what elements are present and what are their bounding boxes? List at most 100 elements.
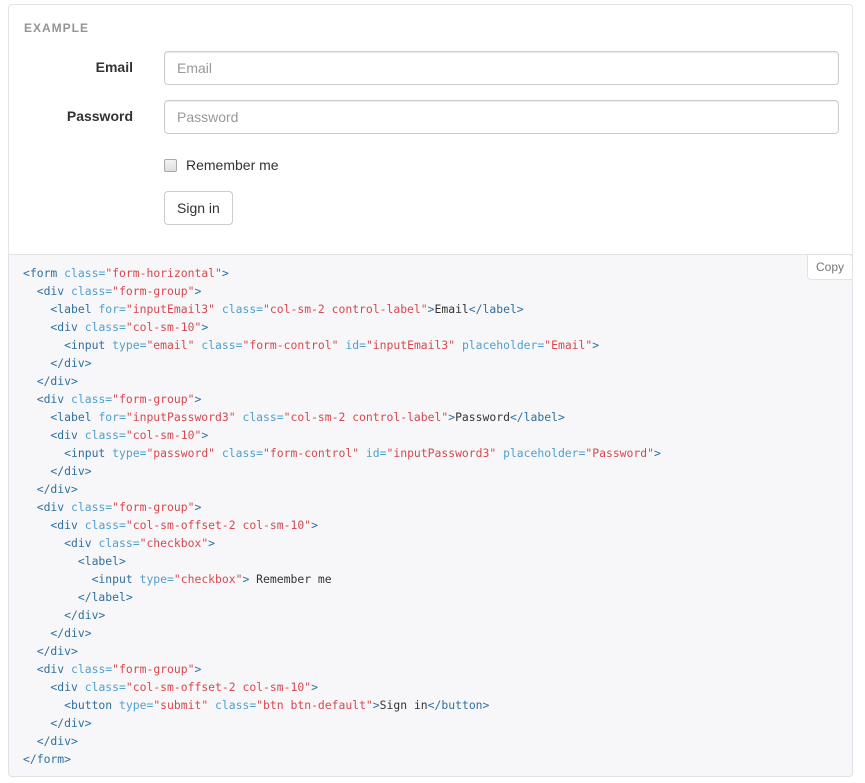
code-token-tag: >	[194, 284, 202, 298]
code-token-tag: </div>	[23, 482, 78, 496]
password-form-group: Password	[9, 100, 852, 134]
code-token-tag: <label	[23, 302, 99, 316]
code-token-val: "col-sm-10"	[125, 320, 202, 334]
code-line: </div>	[23, 374, 78, 388]
code-token-val: "form-group"	[112, 662, 195, 676]
code-token-tag: <div	[23, 392, 72, 406]
code-token-tag: </label>	[23, 590, 133, 604]
code-token-tag: </label>	[509, 410, 565, 424]
code-token-val: "btn btn-default"	[256, 698, 373, 712]
code-token-attr: type=	[112, 338, 147, 352]
code-line: <label for="inputEmail3" class="col-sm-2…	[23, 302, 523, 316]
code-line: <div class="form-group">	[23, 284, 202, 298]
sign-in-button[interactable]: Sign in	[164, 191, 233, 225]
code-line: </div>	[23, 734, 78, 748]
code-token-attr: type=	[139, 572, 174, 586]
code-token-val: "form-control"	[263, 446, 360, 460]
code-token-attr: class=	[84, 320, 126, 334]
code-line: <div class="col-sm-10">	[23, 428, 208, 442]
code-token-attr: class=	[235, 410, 284, 424]
code-token-val: "col-sm-10"	[125, 428, 202, 442]
remember-me-label[interactable]: Remember me	[186, 157, 279, 173]
code-token-tag: <input	[23, 446, 113, 460]
code-token-val: "form-group"	[112, 500, 195, 514]
code-token-val: "inputEmail3"	[125, 302, 216, 316]
code-token-attr: class=	[215, 446, 264, 460]
password-label: Password	[66, 108, 133, 124]
code-line: </div>	[23, 716, 91, 730]
code-listing: <form class="form-horizontal"> <div clas…	[23, 264, 661, 768]
code-line: </div>	[23, 464, 92, 478]
code-line: </div>	[23, 356, 91, 370]
code-token-tag: >	[208, 536, 216, 550]
code-token-attr: class=	[215, 302, 264, 316]
code-token-val: "form-horizontal"	[105, 266, 222, 280]
code-line: <div class="col-sm-10">	[23, 320, 208, 334]
code-token-val: "email"	[146, 338, 195, 352]
code-token-txt: Password	[455, 410, 510, 424]
code-line: <div class="form-group">	[23, 392, 202, 406]
code-line: </div>	[23, 482, 78, 496]
code-token-attr: class=	[208, 698, 257, 712]
code-token-attr: id=	[338, 338, 366, 352]
code-token-attr: placeholder=	[455, 338, 545, 352]
code-token-tag: >	[194, 500, 202, 514]
code-token-attr: class=	[84, 518, 126, 532]
code-token-val: "col-sm-2 control-label"	[283, 410, 449, 424]
code-line: </div>	[23, 626, 91, 640]
remember-me-checkbox-row[interactable]: Remember me	[164, 157, 279, 173]
code-token-txt: Remember me	[249, 572, 332, 586]
code-token-attr: class=	[194, 338, 243, 352]
code-token-val: "checkbox"	[139, 536, 209, 550]
code-token-attr: for=	[98, 410, 126, 424]
copy-button[interactable]: Copy	[806, 254, 853, 280]
remember-me-checkbox[interactable]	[164, 158, 177, 172]
code-token-attr: class=	[98, 536, 140, 550]
code-token-val: "inputPassword3"	[125, 410, 236, 424]
code-token-tag: >	[221, 266, 229, 280]
code-token-tag: >	[194, 662, 202, 676]
code-line: <input type="checkbox"> Remember me	[23, 572, 332, 586]
code-token-attr: placeholder=	[496, 446, 586, 460]
code-token-tag: >	[311, 680, 318, 694]
code-token-tag: <label	[23, 410, 99, 424]
password-input[interactable]	[164, 100, 839, 134]
code-token-tag: </button>	[427, 698, 490, 712]
code-token-attr: class=	[71, 392, 113, 406]
code-line: <div class="checkbox">	[23, 536, 215, 550]
code-line: </div>	[23, 644, 78, 658]
code-line: <form class="form-horizontal">	[23, 266, 229, 280]
code-token-val: "form-group"	[112, 284, 195, 298]
code-token-attr: class=	[71, 500, 113, 514]
code-token-attr: type=	[119, 698, 154, 712]
code-token-attr: class=	[84, 428, 126, 442]
email-input[interactable]	[164, 51, 839, 85]
code-token-val: "password"	[146, 446, 216, 460]
code-token-tag: </div>	[23, 464, 92, 478]
code-token-tag: >	[194, 392, 202, 406]
code-token-val: "checkbox"	[173, 572, 243, 586]
code-token-val: "Email"	[544, 338, 593, 352]
code-token-tag: </form>	[23, 752, 72, 766]
code-token-val: "Password"	[585, 446, 654, 460]
code-token-val: "inputPassword3"	[386, 446, 497, 460]
code-token-tag: <div	[23, 500, 72, 514]
code-token-tag: <div	[23, 536, 99, 550]
code-token-tag: </div>	[23, 608, 106, 622]
code-token-tag: <div	[23, 680, 85, 694]
code-token-val: "col-sm-2 control-label"	[263, 302, 428, 316]
code-token-tag: <div	[23, 320, 85, 334]
code-token-tag: </div>	[23, 374, 78, 388]
code-line: <div class="col-sm-offset-2 col-sm-10">	[23, 680, 318, 694]
code-line: <input type="password" class="form-contr…	[23, 446, 661, 460]
code-line: <button type="submit" class="btn btn-def…	[23, 698, 489, 712]
code-block: Copy <form class="form-horizontal"> <div…	[8, 254, 853, 777]
code-token-val: "col-sm-offset-2 col-sm-10"	[125, 518, 312, 532]
code-token-attr: class=	[71, 284, 113, 298]
code-token-tag: <div	[23, 428, 85, 442]
code-token-attr: class=	[71, 662, 113, 676]
code-token-attr: class=	[64, 266, 106, 280]
code-token-tag: >	[201, 320, 209, 334]
code-line: <label for="inputPassword3" class="col-s…	[23, 410, 565, 424]
code-token-tag: >	[592, 338, 600, 352]
